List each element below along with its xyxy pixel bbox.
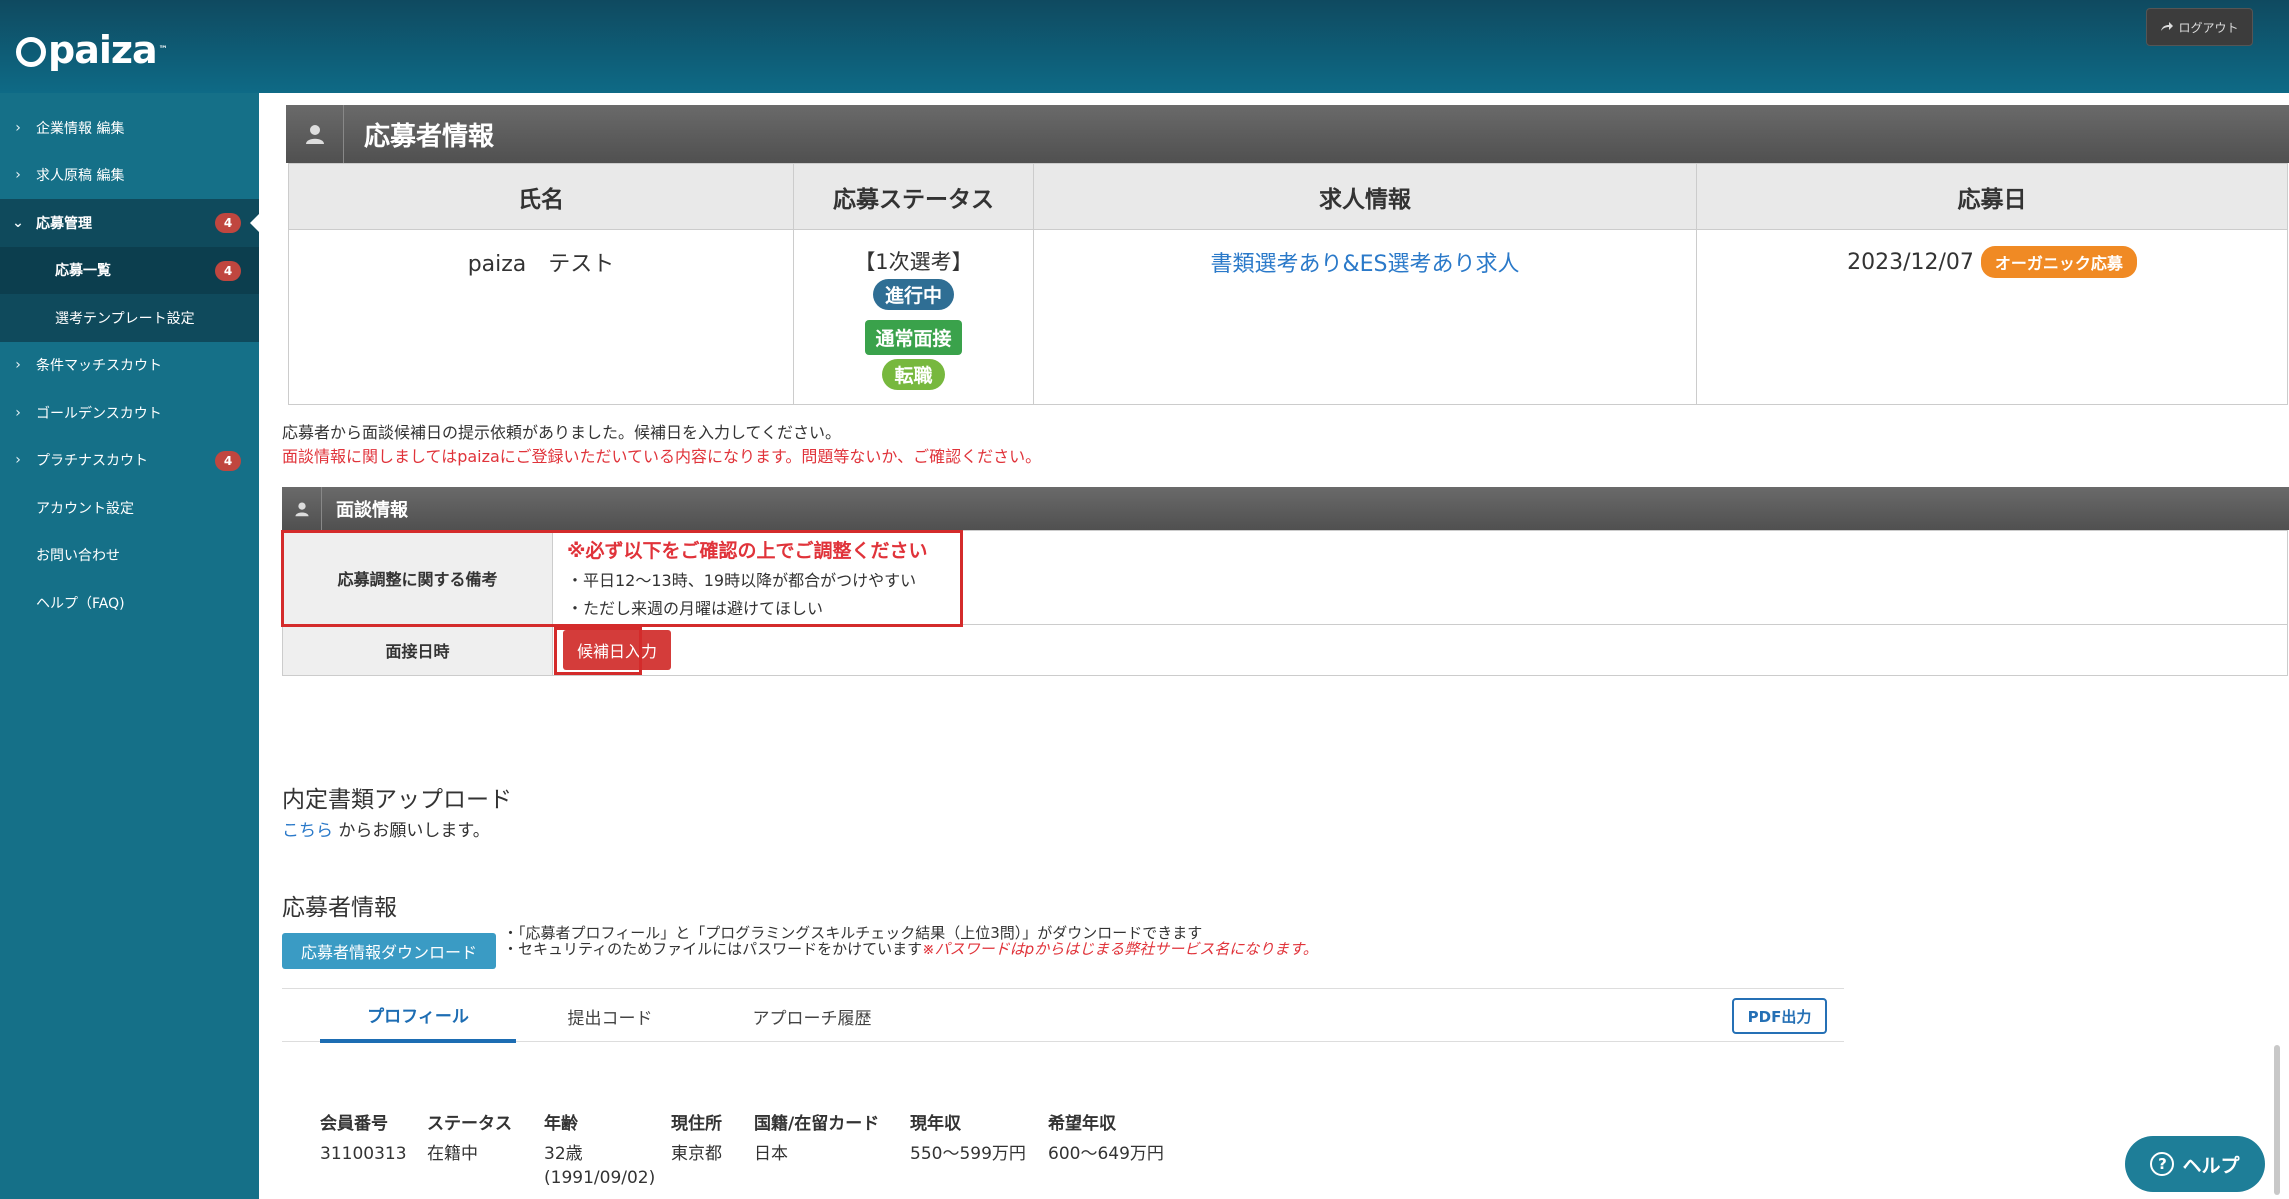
offer-upload-link[interactable]: こちら bbox=[282, 821, 333, 841]
chevron-right-icon: › bbox=[15, 119, 21, 136]
offer-upload-text: こちら からお願いします。 bbox=[282, 821, 490, 841]
sidebar-item-condition-scout[interactable]: › 条件マッチスカウト bbox=[0, 342, 259, 390]
selection-stage: 【1次選考】 bbox=[854, 250, 973, 274]
chevron-down-icon: ⌄ bbox=[12, 214, 24, 231]
person-icon bbox=[282, 487, 322, 530]
source-badge: オーガニック応募 bbox=[1980, 246, 2137, 278]
profile-nationality: 国籍/在留カード 日本 bbox=[754, 1114, 880, 1164]
count-badge: 4 bbox=[215, 260, 241, 281]
highlight-frame bbox=[281, 530, 963, 627]
sidebar-item-selection-template[interactable]: 選考テンプレート設定 bbox=[0, 294, 259, 342]
profile-income: 現年収 550〜599万円 bbox=[910, 1114, 1026, 1164]
chevron-right-icon: › bbox=[15, 357, 21, 374]
table-header-row: 氏名 応募ステータス 求人情報 応募日 bbox=[288, 163, 2288, 230]
profile-status: ステータス 在籍中 bbox=[427, 1114, 512, 1164]
interview-date-label: 面接日時 bbox=[282, 624, 553, 676]
profile-member-no: 会員番号 31100313 bbox=[320, 1114, 407, 1164]
column-header: 応募ステータス bbox=[793, 163, 1034, 230]
count-badge: 4 bbox=[215, 213, 241, 233]
download-applicant-button[interactable]: 応募者情報ダウンロード bbox=[282, 933, 496, 969]
sidebar-item-contact[interactable]: お問い合わせ bbox=[0, 532, 259, 580]
job-link[interactable]: 書類選考あり&ES選考あり求人 bbox=[1210, 252, 1519, 277]
sidebar-item-company-edit[interactable]: › 企業情報 編集 bbox=[0, 104, 259, 152]
apply-date-cell: 2023/12/07 オーガニック応募 bbox=[1696, 229, 2288, 405]
sidebar-item-platinum-scout[interactable]: › プラチナスカウト 4 bbox=[0, 437, 259, 485]
column-header: 氏名 bbox=[288, 163, 794, 230]
interview-date-cell: 候補日入力 bbox=[552, 624, 2288, 676]
sidebar-item-account-settings[interactable]: アカウント設定 bbox=[0, 484, 259, 532]
profile-age: 年齢 32歳 (1991/09/02) bbox=[544, 1114, 656, 1188]
tab-submitted-code[interactable]: 提出コード bbox=[528, 989, 692, 1043]
applicant-name: paiza テスト bbox=[467, 252, 615, 277]
logo-mark-icon bbox=[16, 37, 46, 67]
tab-profile[interactable]: プロフィール bbox=[320, 989, 516, 1043]
profile-address: 現住所 東京都 bbox=[671, 1114, 722, 1164]
sidebar-item-job-edit[interactable]: › 求人原稿 編集 bbox=[0, 152, 259, 200]
top-header: paiza ™ ログアウト bbox=[0, 0, 2289, 93]
applicant-section-header: 応募者情報 bbox=[286, 105, 2289, 163]
count-badge: 4 bbox=[215, 450, 241, 471]
logout-arrow-icon bbox=[2161, 22, 2174, 31]
paiza-logo[interactable]: paiza ™ bbox=[16, 28, 168, 72]
status-cell: 【1次選考】 進行中 通常面接 転職 bbox=[793, 229, 1034, 405]
offer-upload-title: 内定書類アップロード bbox=[282, 787, 512, 813]
chevron-right-icon: › bbox=[15, 452, 21, 469]
column-header: 求人情報 bbox=[1033, 163, 1697, 230]
scrollbar[interactable] bbox=[2274, 1045, 2280, 1195]
sidebar: › 企業情報 編集 › 求人原稿 編集 ⌄ 応募管理 4 応募一覧 4 選考テン… bbox=[0, 93, 260, 1199]
job-type-badge: 転職 bbox=[882, 359, 945, 390]
download-note: ・「応募者プロフィール」と「プログラミングスキルチェック結果（上位3問）」がダウ… bbox=[503, 924, 1203, 942]
download-notes: ・「応募者プロフィール」と「プログラミングスキルチェック結果（上位3問）」がダウ… bbox=[503, 925, 1318, 957]
request-notice: 応募者から面談候補日の提示依頼がありました。候補日を入力してください。 bbox=[282, 423, 842, 442]
section-title: 応募者情報 bbox=[364, 121, 495, 152]
applicant-info-title: 応募者情報 bbox=[282, 895, 397, 921]
question-icon: ? bbox=[2150, 1152, 2175, 1176]
job-info-cell: 書類選考あり&ES選考あり求人 bbox=[1033, 229, 1697, 405]
chevron-right-icon: › bbox=[15, 167, 21, 184]
column-header: 応募日 bbox=[1696, 163, 2288, 230]
highlight-frame bbox=[554, 627, 642, 675]
section-title: 面談情報 bbox=[336, 499, 408, 521]
profile-tabs: プロフィール 提出コード アプローチ履歴 PDF出力 bbox=[282, 988, 1844, 1043]
person-icon bbox=[286, 105, 344, 163]
interview-type-badge: 通常面接 bbox=[865, 320, 962, 355]
sidebar-item-golden-scout[interactable]: › ゴールデンスカウト bbox=[0, 389, 259, 437]
pdf-export-button[interactable]: PDF出力 bbox=[1732, 998, 1827, 1034]
sidebar-item-application-management[interactable]: ⌄ 応募管理 4 bbox=[0, 199, 260, 247]
table-row: paiza テスト 【1次選考】 進行中 通常面接 転職 書類選考あり&ES選考… bbox=[288, 229, 2288, 405]
status-badge: 進行中 bbox=[872, 279, 954, 310]
profile-desired-income: 希望年収 600〜649万円 bbox=[1048, 1114, 1164, 1164]
sidebar-item-help-faq[interactable]: ヘルプ（FAQ) bbox=[0, 579, 259, 627]
sidebar-item-application-list[interactable]: 応募一覧 4 bbox=[0, 246, 259, 294]
applicant-table: 氏名 応募ステータス 求人情報 応募日 paiza テスト 【1次選考】 進行中… bbox=[288, 163, 2288, 405]
help-button[interactable]: ? ヘルプ bbox=[2125, 1136, 2265, 1192]
chevron-right-icon: › bbox=[15, 404, 21, 421]
apply-date: 2023/12/07 bbox=[1847, 250, 1974, 275]
logout-button[interactable]: ログアウト bbox=[2146, 8, 2253, 46]
applicant-name-cell: paiza テスト bbox=[288, 229, 794, 405]
confirm-notice: 面談情報に関しましてはpaizaにご登録いただいている内容になります。問題等ない… bbox=[282, 447, 1042, 466]
interview-section-header: 面談情報 bbox=[282, 487, 2289, 530]
main-content: 応募者情報 氏名 応募ステータス 求人情報 応募日 paiza テスト 【1次選… bbox=[259, 93, 2289, 1199]
tab-approach-history[interactable]: アプローチ履歴 bbox=[722, 989, 902, 1043]
download-note: ・セキュリティのためファイルにはパスワードをかけています※パスワードはpからはじ… bbox=[503, 940, 1318, 958]
